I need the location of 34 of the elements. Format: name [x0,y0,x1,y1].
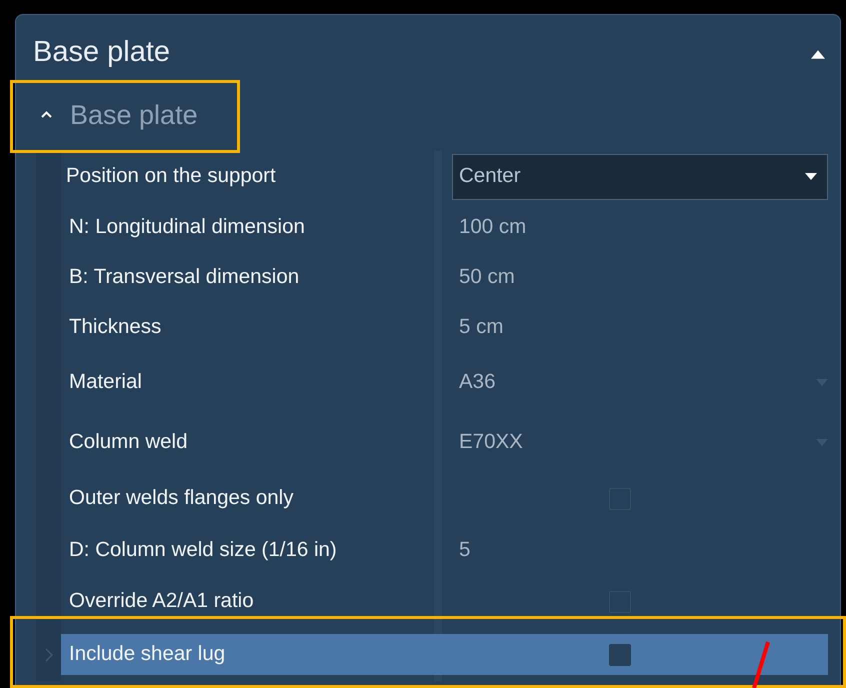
property-label: Outer welds flanges only [69,485,294,512]
panel-title: Base plate [33,36,170,68]
annotation-line [750,640,770,688]
property-label: Material [69,368,142,395]
property-row[interactable]: N: Longitudinal dimension 100 cm [61,202,840,252]
property-label: Column weld [69,428,188,455]
property-label: Position on the support [66,163,276,190]
property-row[interactable]: Column weld E70XX [61,412,840,472]
property-row[interactable]: B: Transversal dimension 50 cm [61,252,840,302]
property-row[interactable]: Thickness 5 cm [61,302,840,352]
property-label: B: Transversal dimension [69,264,300,290]
caret-icon [805,173,817,180]
property-value[interactable]: A36 [459,366,496,398]
property-value[interactable]: E70XX [459,426,523,458]
property-value[interactable]: 100 cm [459,212,526,242]
checkbox[interactable] [609,644,631,666]
property-value[interactable]: 5 [459,534,470,566]
property-label: Override A2/A1 ratio [69,588,254,614]
collapse-caret-icon[interactable] [811,50,825,60]
property-row[interactable]: Override A2/A1 ratio [61,575,840,628]
property-label: Thickness [69,314,162,340]
property-value[interactable]: 50 cm [459,262,515,292]
property-value[interactable]: 5 cm [459,312,504,342]
property-row[interactable]: D: Column weld size (1/16 in) 5 [61,525,840,575]
property-label: N: Longitudinal dimension [69,214,305,240]
property-row[interactable]: Outer welds flanges only [61,472,840,525]
property-row[interactable]: Material A36 [61,352,840,412]
group-title[interactable]: Base plate [70,94,198,136]
dropdown[interactable]: Center [452,154,828,200]
chevron-icon[interactable] [41,111,52,118]
property-row[interactable]: Include shear lug [61,634,828,675]
property-row[interactable]: Position on the support Center [58,151,840,202]
property-label: Include shear lug [69,641,226,668]
property-label: D: Column weld size (1/16 in) [69,536,337,563]
